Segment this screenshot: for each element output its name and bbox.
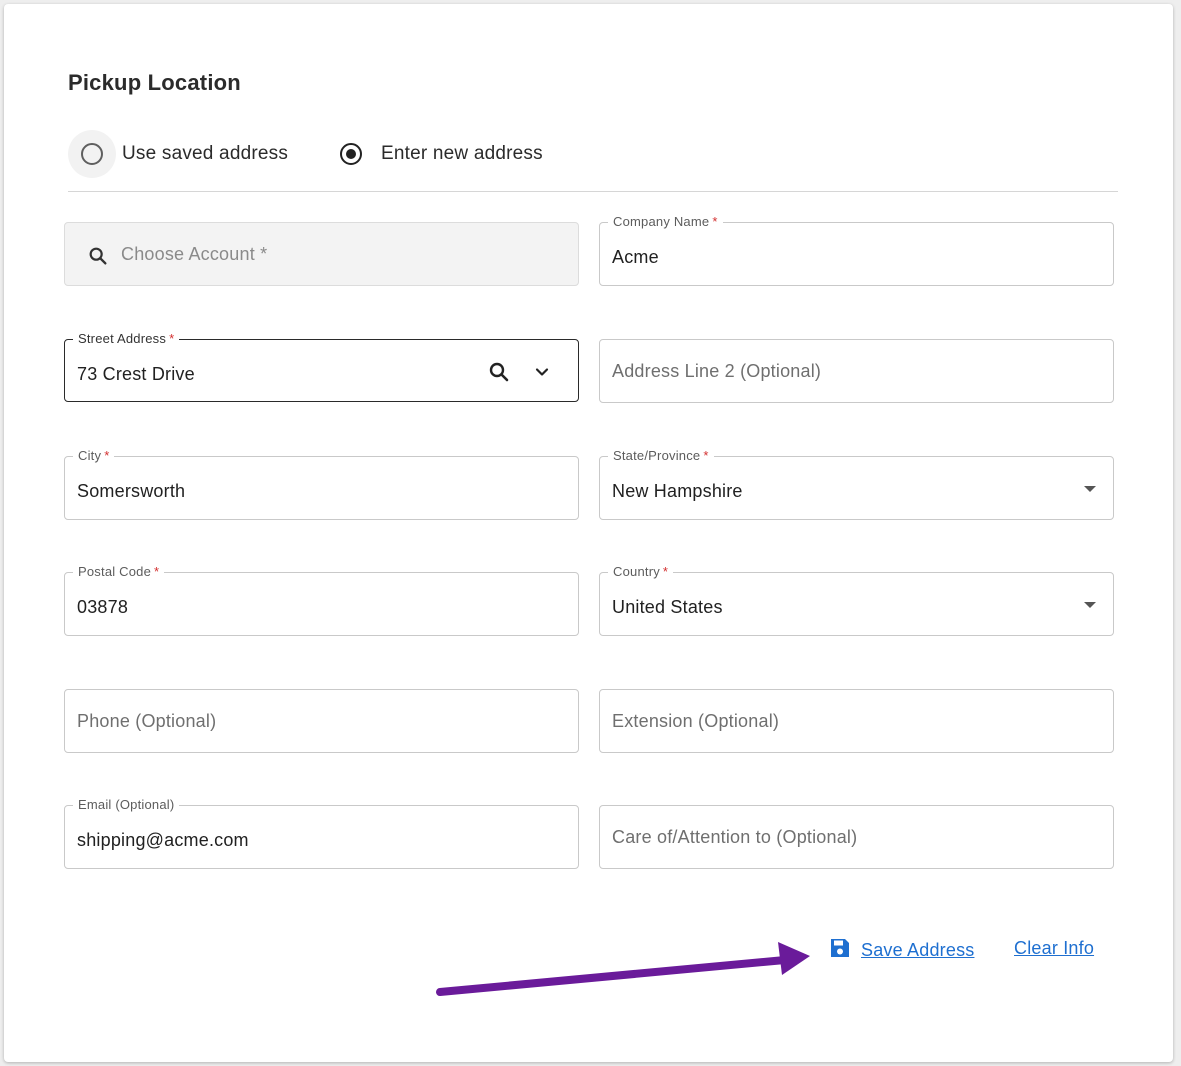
email-value: shipping@acme.com (77, 830, 249, 850)
radio-enter-new-address[interactable]: Enter new address (327, 130, 543, 178)
search-icon (87, 245, 109, 272)
radio-halo (68, 130, 116, 178)
radio-checked-icon[interactable] (340, 143, 362, 165)
radio-unchecked-icon[interactable] (81, 143, 103, 165)
country-select[interactable]: Country * United States (599, 564, 1114, 636)
city-label: City * (73, 448, 115, 464)
country-value: United States (612, 597, 723, 617)
section-title: Pickup Location (68, 70, 241, 95)
company-name-value: Acme (612, 247, 659, 267)
postal-code-field[interactable]: Postal Code * 03878 (64, 564, 579, 636)
country-label: Country * (608, 564, 674, 580)
company-name-field[interactable]: Company Name * Acme (599, 214, 1114, 286)
postal-code-label: Postal Code * (73, 564, 165, 580)
extension-input[interactable]: Extension (Optional) (599, 689, 1114, 753)
save-address-label: Save Address (861, 940, 975, 960)
email-label: Email (Optional) (73, 797, 180, 813)
address-line-2-placeholder: Address Line 2 (Optional) (612, 361, 822, 381)
address-mode-radio-group: Use saved address Enter new address (68, 130, 1118, 178)
state-province-label: State/Province * (608, 448, 714, 464)
dropdown-caret-icon[interactable] (1084, 602, 1096, 608)
pickup-location-card: Pickup Location Use saved address Enter … (4, 4, 1173, 1062)
address-line-2-input[interactable]: Address Line 2 (Optional) (599, 339, 1114, 403)
extension-placeholder: Extension (Optional) (612, 711, 780, 731)
state-province-select[interactable]: State/Province * New Hampshire (599, 448, 1114, 520)
postal-code-value: 03878 (77, 597, 129, 617)
radio-label-enter-new: Enter new address (381, 143, 543, 164)
phone-placeholder: Phone (Optional) (77, 711, 217, 731)
email-field[interactable]: Email (Optional) shipping@acme.com (64, 797, 579, 869)
radio-dot (346, 149, 356, 159)
care-of-placeholder: Care of/Attention to (Optional) (612, 827, 858, 847)
choose-account-placeholder: Choose Account * (121, 244, 268, 264)
chevron-down-icon[interactable] (532, 362, 552, 387)
dropdown-caret-icon[interactable] (1084, 486, 1096, 492)
city-value: Somersworth (77, 481, 186, 501)
city-field[interactable]: City * Somersworth (64, 448, 579, 520)
care-of-input[interactable]: Care of/Attention to (Optional) (599, 805, 1114, 869)
state-province-value: New Hampshire (612, 481, 743, 501)
street-address-field[interactable]: Street Address * 73 Crest Drive (64, 331, 579, 402)
annotation-arrow-icon (436, 942, 810, 996)
save-address-button[interactable]: Save Address (828, 936, 974, 965)
save-floppy-icon (828, 936, 852, 965)
phone-input[interactable]: Phone (Optional) (64, 689, 579, 753)
choose-account-input[interactable]: Choose Account * (64, 222, 579, 286)
radio-halo (327, 130, 375, 178)
street-address-label: Street Address * (73, 331, 180, 347)
section-divider (68, 191, 1118, 192)
street-address-value: 73 Crest Drive (77, 364, 195, 384)
radio-use-saved-address[interactable]: Use saved address (68, 130, 288, 178)
search-icon[interactable] (487, 360, 511, 389)
radio-label-use-saved: Use saved address (122, 143, 289, 164)
company-name-label: Company Name * (608, 214, 723, 230)
clear-info-link[interactable]: Clear Info (1014, 938, 1094, 959)
